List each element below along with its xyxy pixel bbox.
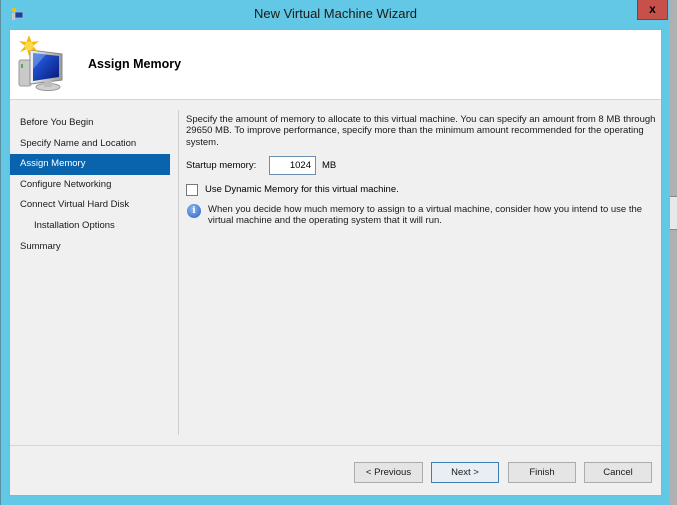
nav-item-installation-options[interactable]: Installation Options (10, 216, 170, 237)
nav-item-before-you-begin[interactable]: Before You Begin (10, 113, 170, 134)
wizard-steps-nav: Before You Begin Specify Name and Locati… (10, 113, 170, 257)
startup-memory-input[interactable]: 1024 (269, 156, 316, 176)
close-icon: x (649, 2, 656, 16)
window-title: New Virtual Machine Wizard (253, 6, 418, 21)
nav-item-configure-networking[interactable]: Configure Networking (10, 175, 170, 196)
startup-memory-unit: MB (322, 160, 337, 172)
wizard-header: Assign Memory (10, 30, 661, 100)
startup-memory-row: Startup memory: 1024 MB (186, 156, 656, 176)
footer-divider (10, 445, 661, 446)
info-text: When you decide how much memory to assig… (208, 203, 643, 227)
next-button[interactable]: Next > (431, 462, 499, 483)
close-button[interactable]: x (637, 0, 668, 20)
background-window-edge (670, 196, 677, 230)
page-title: Assign Memory (88, 57, 182, 71)
wizard-window: New Virtual Machine Wizard x Assign Memo… (0, 0, 670, 505)
dynamic-memory-row: Use Dynamic Memory for this virtual mach… (186, 183, 656, 197)
virtual-machine-monitor-icon (18, 35, 63, 91)
info-note: i When you decide how much memory to ass… (186, 203, 656, 227)
startup-memory-label: Startup memory: (186, 160, 257, 172)
dynamic-memory-checkbox[interactable] (186, 183, 198, 196)
finish-button[interactable]: Finish (508, 462, 576, 483)
memory-description: Specify the amount of memory to allocate… (186, 114, 656, 148)
nav-item-summary[interactable]: Summary (10, 237, 170, 258)
nav-item-connect-virtual-hard-disk[interactable]: Connect Virtual Hard Disk (10, 195, 170, 216)
nav-item-assign-memory[interactable]: Assign Memory (10, 154, 170, 175)
assign-memory-panel: Specify the amount of memory to allocate… (186, 114, 656, 226)
nav-divider (178, 110, 179, 435)
previous-button[interactable]: < Previous (354, 462, 423, 483)
nav-item-specify-name-and-location[interactable]: Specify Name and Location (10, 134, 170, 155)
information-icon: i (187, 203, 201, 218)
desktop-background (670, 0, 677, 505)
wizard-client-area: Assign Memory Before You Begin Specify N… (9, 29, 662, 496)
title-bar[interactable]: New Virtual Machine Wizard x (1, 0, 670, 29)
cancel-button[interactable]: Cancel (584, 462, 652, 483)
dynamic-memory-label[interactable]: Use Dynamic Memory for this virtual mach… (205, 184, 399, 195)
